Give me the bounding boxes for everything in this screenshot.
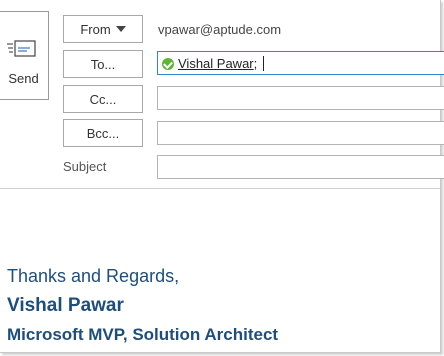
bcc-button[interactable]: Bcc... xyxy=(63,119,143,147)
signature-title: Microsoft MVP, Solution Architect xyxy=(7,325,279,344)
envelope-send-icon xyxy=(7,40,36,57)
resolved-check-icon xyxy=(162,57,174,70)
cc-button[interactable]: Cc... xyxy=(63,85,143,113)
header-divider xyxy=(0,188,440,189)
subject-field[interactable] xyxy=(157,155,444,179)
bcc-field[interactable] xyxy=(157,121,444,145)
send-label: Send xyxy=(8,71,39,86)
cc-button-label: Cc... xyxy=(89,91,117,107)
to-field[interactable]: Vishal Pawar ; xyxy=(157,51,444,75)
signature-name: Vishal Pawar xyxy=(7,295,124,316)
signature-closing: Thanks and Regards, xyxy=(7,266,180,286)
text-cursor xyxy=(263,56,265,71)
recipient-separator: ; xyxy=(253,56,258,71)
compose-window: Send From vpawar@aptude.com To... Vishal… xyxy=(0,0,444,353)
to-button-label: To... xyxy=(90,56,116,72)
recipient-name: Vishal Pawar xyxy=(178,56,254,71)
to-button[interactable]: To... xyxy=(63,50,143,78)
from-button-label: From xyxy=(80,21,111,37)
cc-field[interactable] xyxy=(157,86,444,110)
from-button[interactable]: From xyxy=(63,15,143,43)
chevron-down-icon xyxy=(115,26,126,32)
subject-label: Subject xyxy=(63,159,107,174)
send-button[interactable]: Send xyxy=(0,11,49,100)
recipient-chip[interactable]: Vishal Pawar ; xyxy=(162,56,265,71)
bcc-button-label: Bcc... xyxy=(86,125,120,141)
from-address: vpawar@aptude.com xyxy=(158,22,282,37)
